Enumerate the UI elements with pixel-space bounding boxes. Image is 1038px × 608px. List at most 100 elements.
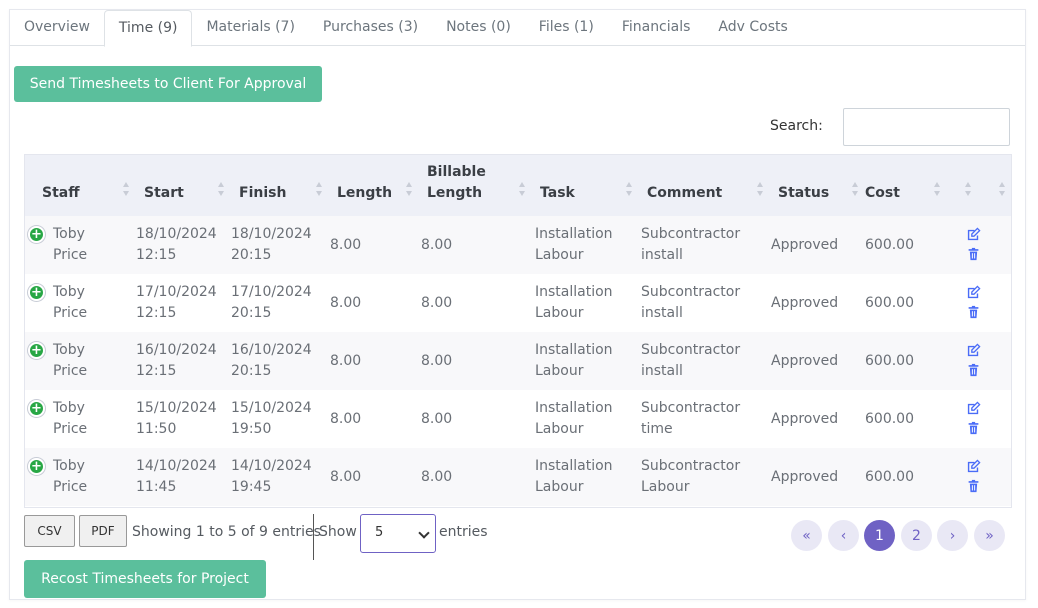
trash-icon[interactable] — [965, 479, 981, 495]
header-comment[interactable]: Comment — [639, 154, 770, 216]
tab-purchases[interactable]: Purchases (3) — [309, 10, 432, 47]
trash-icon[interactable] — [965, 247, 981, 263]
cell-length: 8.00 — [330, 236, 362, 253]
plus-circle-icon[interactable]: + — [28, 342, 45, 359]
tab-overview[interactable]: Overview — [10, 10, 104, 47]
entries-label: entries — [439, 524, 488, 540]
edit-icon[interactable] — [965, 401, 981, 417]
sort-icon — [519, 182, 526, 196]
cell-task: Installation Labour — [535, 284, 613, 321]
edit-icon[interactable] — [965, 285, 981, 301]
table-row: + Toby Price 16/10/2024 12:15 16/10/2024 20:15… — [24, 332, 1012, 390]
cell-status: Approved — [771, 294, 839, 311]
first-page-button[interactable]: « — [791, 520, 822, 551]
tab-time[interactable]: Time (9) — [103, 10, 193, 47]
sort-icon — [999, 182, 1006, 196]
csv-button[interactable]: CSV — [24, 515, 75, 547]
cell-cost: 600.00 — [865, 236, 914, 253]
search-input[interactable] — [843, 108, 1010, 146]
cell-task: Installation Labour — [535, 458, 613, 495]
page-1-button[interactable]: 1 — [864, 520, 895, 551]
header-cost[interactable]: Cost — [865, 154, 947, 216]
sort-icon — [406, 182, 413, 196]
plus-circle-icon[interactable]: + — [28, 226, 45, 243]
sort-icon — [934, 182, 941, 196]
tab-notes[interactable]: Notes (0) — [432, 10, 525, 47]
cell-start: 14/10/2024 11:45 — [136, 458, 217, 495]
plus-circle-icon[interactable]: + — [28, 458, 45, 475]
cell-staff: + Toby Price — [24, 390, 136, 448]
trash-icon[interactable] — [965, 363, 981, 379]
cell-cost: 600.00 — [865, 410, 914, 427]
cell-comment: Subcontractor Labour — [641, 458, 741, 495]
header-length-label: Length — [337, 185, 393, 201]
cell-billable-length: 8.00 — [421, 236, 453, 253]
page-size-select[interactable]: 5 — [360, 514, 436, 553]
tab-adv-costs[interactable]: Adv Costs — [704, 10, 801, 47]
cell-length: 8.00 — [330, 294, 362, 311]
next-page-button[interactable]: › — [937, 520, 968, 551]
trash-icon[interactable] — [965, 305, 981, 321]
header-finish-label: Finish — [239, 185, 287, 201]
header-task[interactable]: Task — [532, 154, 639, 216]
cell-start: 18/10/2024 12:15 — [136, 226, 217, 263]
table-row: + Toby Price 14/10/2024 11:45 14/10/2024 19:45… — [24, 448, 1012, 506]
header-start[interactable]: Start — [136, 154, 231, 216]
cell-comment: Subcontractor install — [641, 226, 741, 263]
edit-icon[interactable] — [965, 227, 981, 243]
recost-timesheets-button[interactable]: Recost Timesheets for Project — [24, 560, 266, 598]
tab-financials[interactable]: Financials — [608, 10, 705, 47]
cell-status: Approved — [771, 468, 839, 485]
cell-actions — [956, 448, 990, 506]
table-row: + Toby Price 17/10/2024 12:15 17/10/2024 20:15… — [24, 274, 1012, 332]
divider — [313, 514, 314, 560]
cell-comment: Subcontractor time — [641, 400, 741, 437]
cell-start: 15/10/2024 11:50 — [136, 400, 217, 437]
trash-icon[interactable] — [965, 421, 981, 437]
staff-name: Toby Price — [53, 284, 88, 321]
sort-icon — [218, 182, 225, 196]
search-label: Search: — [770, 118, 823, 134]
tab-files[interactable]: Files (1) — [525, 10, 608, 47]
header-status[interactable]: Status — [770, 154, 865, 216]
cell-status: Approved — [771, 410, 839, 427]
header-finish[interactable]: Finish — [231, 154, 329, 216]
sort-icon — [757, 182, 764, 196]
staff-name: Toby Price — [53, 226, 88, 263]
plus-circle-icon[interactable]: + — [28, 284, 45, 301]
pdf-button[interactable]: PDF — [79, 515, 127, 547]
table-row: + Toby Price 15/10/2024 11:50 15/10/2024 19:50… — [24, 390, 1012, 448]
header-start-label: Start — [144, 185, 184, 201]
cell-status: Approved — [771, 236, 839, 253]
staff-name: Toby Price — [53, 342, 88, 379]
header-blank-1[interactable] — [947, 154, 978, 216]
last-page-button[interactable]: » — [974, 520, 1005, 551]
edit-icon[interactable] — [965, 343, 981, 359]
staff-name: Toby Price — [53, 458, 88, 495]
header-blank-2[interactable] — [978, 154, 1012, 216]
tab-materials[interactable]: Materials (7) — [192, 10, 308, 47]
table-header-row: Staff Start Finish Length Billable Length… — [24, 154, 1012, 216]
cell-finish: 14/10/2024 19:45 — [231, 458, 312, 495]
cell-comment: Subcontractor install — [641, 284, 741, 321]
cell-actions — [956, 390, 990, 448]
cell-cost: 600.00 — [865, 468, 914, 485]
send-timesheets-button[interactable]: Send Timesheets to Client For Approval — [14, 66, 322, 102]
header-task-label: Task — [540, 185, 575, 201]
header-staff[interactable]: Staff — [24, 154, 136, 216]
timesheets-table: Staff Start Finish Length Billable Length… — [24, 154, 1012, 506]
edit-icon[interactable] — [965, 459, 981, 475]
cell-task: Installation Labour — [535, 400, 613, 437]
header-billable-label: Billable Length — [427, 164, 486, 201]
page-2-button[interactable]: 2 — [901, 520, 932, 551]
cell-finish: 17/10/2024 20:15 — [231, 284, 312, 321]
plus-circle-icon[interactable]: + — [28, 400, 45, 417]
header-billable-length[interactable]: Billable Length — [419, 154, 532, 216]
header-length[interactable]: Length — [329, 154, 419, 216]
cell-comment: Subcontractor install — [641, 342, 741, 379]
prev-page-button[interactable]: ‹ — [828, 520, 859, 551]
cell-cost: 600.00 — [865, 352, 914, 369]
cell-length: 8.00 — [330, 410, 362, 427]
tab-bar: Overview Time (9) Materials (7) Purchase… — [10, 10, 1025, 47]
cell-billable-length: 8.00 — [421, 410, 453, 427]
